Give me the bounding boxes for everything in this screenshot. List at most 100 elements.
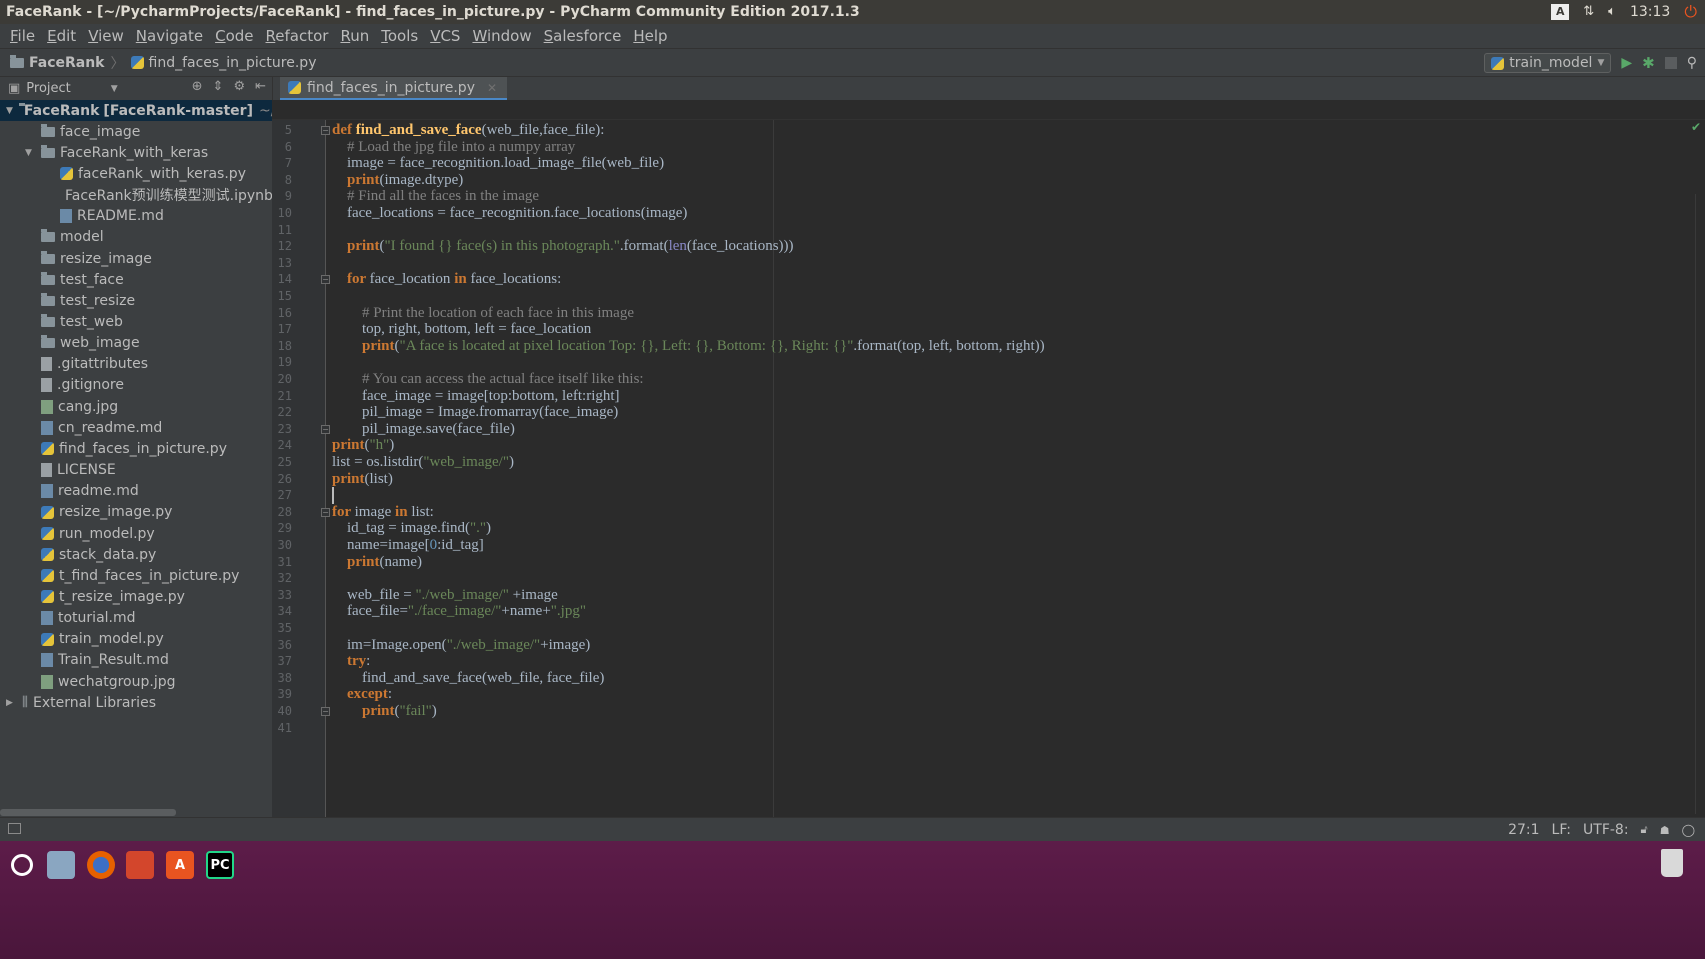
breadcrumb-file[interactable]: find_faces_in_picture.py [130,55,316,71]
code-line[interactable]: top, right, bottom, left = face_location [332,321,591,338]
hector-icon[interactable]: ☗ [1660,824,1670,837]
debug-icon[interactable]: ✱ [1642,54,1655,72]
code-line[interactable]: print("A face is located at pixel locati… [332,338,1045,355]
code-line[interactable]: print("I found {} face(s) in this photog… [332,238,794,255]
files-icon[interactable] [47,851,75,879]
editor-scrollbar[interactable] [1695,194,1705,814]
code-line[interactable]: def find_and_save_face(web_file,face_fil… [332,122,604,139]
code-editor[interactable]: 5 6 7 8 9 10 11 12 13 14 15 16 17 18 19 20 21 22 23 24 25 26 2… [272,120,1705,817]
code-line[interactable]: try: [332,653,370,670]
fold-marker-icon[interactable]: − [321,126,330,135]
tree-item[interactable]: model [0,227,272,248]
network-icon[interactable]: ⇅ [1583,0,1594,24]
tree-item[interactable]: toturial.md [0,608,272,629]
code-line[interactable]: print(image.dtype) [332,172,463,189]
collapse-all-icon[interactable]: ⇕ [213,79,224,94]
tree-item[interactable]: test_web [0,312,272,333]
fold-marker-icon[interactable]: − [321,507,330,517]
tree-item[interactable]: t_find_faces_in_picture.py [0,565,272,586]
tree-item[interactable]: cang.jpg [0,396,272,417]
tree-item[interactable]: web_image [0,333,272,354]
tree-item[interactable]: .gitattributes [0,354,272,375]
tree-item[interactable]: LICENSE [0,460,272,481]
expanded-arrow-icon[interactable]: ▼ [25,148,35,158]
code-line[interactable]: except: [332,686,392,703]
scroll-from-source-icon[interactable]: ⊕ [192,79,203,94]
menu-navigate[interactable]: Navigate [130,24,209,48]
tree-item[interactable]: resize_image.py [0,502,272,523]
tree-item[interactable]: README.md [0,206,272,227]
menu-run[interactable]: Run [334,24,375,48]
tree-item[interactable]: cn_readme.md [0,417,272,438]
gear-icon[interactable]: ⚙ [233,79,245,94]
firefox-icon[interactable] [87,851,115,879]
menu-file[interactable]: File [4,24,41,48]
code-line[interactable]: # Print the location of each face in thi… [332,305,634,322]
code-line[interactable]: pil_image.save(face_file) [332,421,515,438]
code-line[interactable]: name=image[0:id_tag] [332,537,484,554]
tree-item[interactable]: train_model.py [0,629,272,650]
tree-item[interactable]: find_faces_in_picture.py [0,438,272,459]
ubuntu-dash-icon[interactable] [8,851,36,879]
run-configuration-select[interactable]: train_model ▼ [1484,53,1612,73]
clock[interactable]: 13:13 [1630,0,1670,24]
tree-item[interactable]: t_resize_image.py [0,586,272,607]
tree-item[interactable]: ▼ FaceRank[FaceRank-master] ~/Pych [0,100,272,121]
run-icon[interactable]: ▶ [1621,55,1632,71]
stop-icon[interactable] [1664,57,1677,69]
caret-position[interactable]: 27:1 [1508,822,1539,838]
tree-item[interactable]: stack_data.py [0,544,272,565]
menu-refactor[interactable]: Refactor [260,24,335,48]
tree-item[interactable]: run_model.py [0,523,272,544]
tool-windows-toggle-icon[interactable] [8,823,21,834]
tree-item[interactable]: readme.md [0,481,272,502]
chevron-down-icon[interactable]: ▼ [111,84,118,94]
expanded-arrow-icon[interactable]: ▼ [6,106,13,116]
code-line[interactable]: # Load the jpg file into a numpy array [332,139,575,156]
volume-icon[interactable]: 🔈︎ [1608,0,1616,24]
menu-salesforce[interactable]: Salesforce [538,24,628,48]
code-line[interactable]: for image in list: [332,504,434,521]
tree-item[interactable]: FaceRank预训练模型测试.ipynb [0,185,272,206]
code-line[interactable]: find_and_save_face(web_file, face_file) [332,670,604,687]
code-line[interactable]: pil_image = Image.fromarray(face_image) [332,404,618,421]
code-line[interactable]: face_image = image[top:bottom, left:righ… [332,388,620,405]
tree-item[interactable]: face_image [0,121,272,142]
fold-marker-icon[interactable]: − [321,424,330,434]
code-line[interactable]: face_file="./face_image/"+name+".jpg" [332,603,586,620]
breadcrumb-project[interactable]: FaceRank [10,54,105,71]
lock-icon[interactable]: 🔓︎ [1641,823,1648,837]
keyboard-layout-icon[interactable]: A [1551,4,1570,20]
code-line[interactable]: image = face_recognition.load_image_file… [332,155,664,172]
project-view-select[interactable]: Project [26,81,70,96]
close-icon[interactable]: ✕ [487,81,497,95]
line-number-gutter[interactable]: 5 6 7 8 9 10 11 12 13 14 15 16 17 18 19 20 21 22 23 24 25 26 2… [272,120,326,817]
code-line[interactable]: # You can access the actual face itself … [332,371,644,388]
search-icon[interactable]: ⚲ [1687,55,1697,71]
tree-item[interactable]: test_face [0,269,272,290]
tree-item[interactable]: Train_Result.md [0,650,272,671]
code-line[interactable]: id_tag = image.find(".") [332,520,491,537]
app-icon[interactable] [126,851,154,879]
code-line[interactable]: print(name) [332,554,422,571]
code-line[interactable]: list = os.listdir("web_image/") [332,454,514,471]
code-line[interactable]: # Find all the faces in the image [332,188,539,205]
tree-item[interactable]: .gitignore [0,375,272,396]
collapsed-arrow-icon[interactable]: ▶ [6,698,16,708]
menu-tools[interactable]: Tools [375,24,424,48]
code-line[interactable]: print(list) [332,471,393,488]
menu-edit[interactable]: Edit [41,24,82,48]
power-icon[interactable]: ⏻ [1684,0,1697,24]
fold-marker-icon[interactable]: − [321,707,330,716]
software-center-icon[interactable]: A [166,851,194,879]
inspection-ok-icon[interactable]: ✔ [1691,120,1701,134]
code-line[interactable]: for face_location in face_locations: [332,271,561,288]
code-line[interactable]: print("h") [332,437,394,454]
file-encoding[interactable]: UTF-8: [1583,822,1629,838]
event-log-icon[interactable]: ◯ [1682,823,1695,837]
menu-code[interactable]: Code [209,24,259,48]
menu-help[interactable]: Help [627,24,673,48]
menu-vcs[interactable]: VCS [424,24,466,48]
project-tree-scrollbar[interactable] [0,809,176,816]
code-line[interactable]: web_file = "./web_image/" +image [332,587,558,604]
